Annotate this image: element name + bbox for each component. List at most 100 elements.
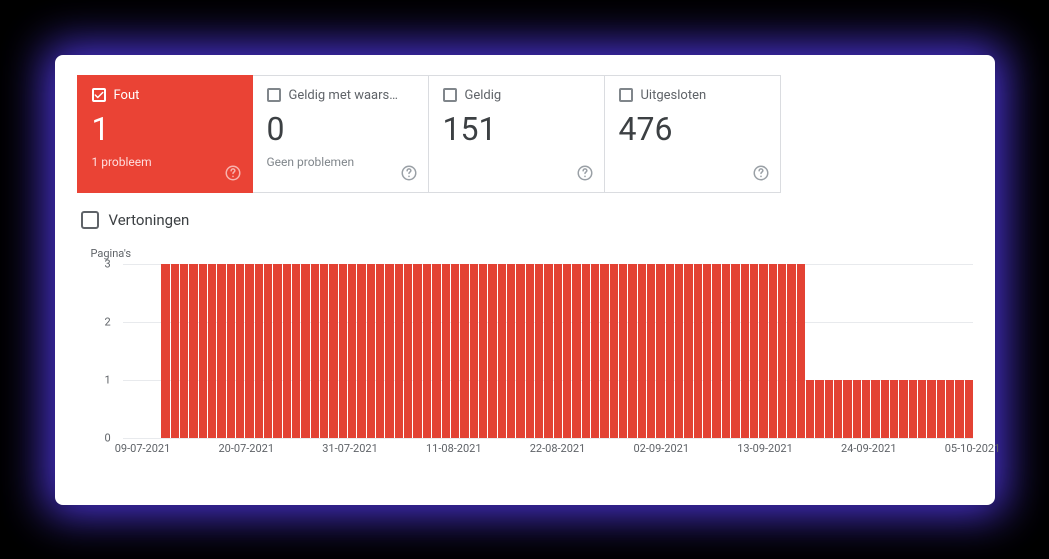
bar — [329, 264, 337, 438]
bar — [199, 264, 207, 438]
checkbox-empty-icon — [443, 88, 457, 102]
card-label: Geldig — [465, 88, 502, 103]
help-icon[interactable] — [400, 164, 418, 182]
chart-area: Pagina's 0123 09-07-202120-07-202131-07-… — [77, 247, 973, 460]
bar — [881, 380, 889, 438]
bar — [479, 264, 487, 438]
bar — [442, 264, 450, 438]
x-axis: 09-07-202120-07-202131-07-202111-08-2021… — [111, 442, 973, 460]
bar — [582, 264, 590, 438]
bar — [348, 264, 356, 438]
bar — [899, 380, 907, 438]
bar — [853, 380, 861, 438]
bar — [769, 264, 777, 438]
checkbox-empty-icon — [267, 88, 281, 102]
x-tick-label: 02-09-2021 — [633, 442, 689, 455]
bar — [834, 380, 842, 438]
bar — [367, 264, 375, 438]
bar — [572, 264, 580, 438]
bar — [731, 264, 739, 438]
card-value: 0 — [267, 113, 414, 145]
plot: 0123 — [111, 264, 973, 438]
bar — [217, 264, 225, 438]
bar — [703, 264, 711, 438]
card-head: Geldig met waars… — [267, 88, 414, 103]
bar — [600, 264, 608, 438]
y-axis-title: Pagina's — [91, 247, 973, 260]
bar — [264, 264, 272, 438]
y-tick-label: 2 — [105, 315, 111, 328]
bar — [404, 264, 412, 438]
card-label: Fout — [114, 88, 140, 103]
bar — [507, 264, 515, 438]
card-value: 476 — [619, 113, 766, 145]
y-tick-label: 3 — [105, 257, 111, 270]
checkbox-checked-icon — [92, 88, 106, 102]
bar — [712, 264, 720, 438]
bar — [208, 264, 216, 438]
card-head: Uitgesloten — [619, 88, 766, 103]
bar — [563, 264, 571, 438]
x-tick-label: 24-09-2021 — [841, 442, 897, 455]
impressions-toggle[interactable]: Vertoningen — [81, 211, 973, 229]
help-icon[interactable] — [752, 164, 770, 182]
bar — [245, 264, 253, 438]
bar — [722, 264, 730, 438]
card-fout[interactable]: Fout 1 1 probleem — [77, 75, 253, 193]
bar — [526, 264, 534, 438]
bar — [554, 264, 562, 438]
bar — [741, 264, 749, 438]
bar — [628, 264, 636, 438]
bar — [376, 264, 384, 438]
bar — [470, 264, 478, 438]
x-tick-label: 13-09-2021 — [737, 442, 793, 455]
help-icon[interactable] — [576, 164, 594, 182]
bar — [516, 264, 524, 438]
card-geldig[interactable]: Geldig 151 — [429, 75, 605, 193]
bar — [292, 264, 300, 438]
bar — [255, 264, 263, 438]
gridline — [123, 438, 973, 439]
card-uitgesloten[interactable]: Uitgesloten 476 — [605, 75, 781, 193]
card-sub: 1 probleem — [92, 155, 238, 169]
bar — [544, 264, 552, 438]
help-icon[interactable] — [224, 164, 242, 182]
bar — [843, 380, 851, 438]
bar — [750, 264, 758, 438]
bar — [890, 380, 898, 438]
bar — [320, 264, 328, 438]
card-value: 151 — [443, 113, 590, 145]
bar — [684, 264, 692, 438]
bar — [236, 264, 244, 438]
bar — [815, 380, 823, 438]
status-cards: Fout 1 1 probleem Geldig met waars… 0 Ge… — [77, 75, 973, 193]
x-tick-label: 05-10-2021 — [945, 442, 1001, 455]
card-label: Uitgesloten — [641, 88, 707, 103]
bar — [283, 264, 291, 438]
bar — [273, 264, 281, 438]
checkbox-empty-icon — [81, 211, 99, 229]
bar — [432, 264, 440, 438]
bar — [965, 380, 973, 438]
checkbox-empty-icon — [619, 88, 633, 102]
card-geldig-met-waarschuwingen[interactable]: Geldig met waars… 0 Geen problemen — [253, 75, 429, 193]
bar — [227, 264, 235, 438]
bars — [143, 264, 973, 438]
bar — [638, 264, 646, 438]
bar — [180, 264, 188, 438]
bar — [656, 264, 664, 438]
card-label: Geldig met waars… — [289, 88, 398, 103]
bar — [451, 264, 459, 438]
x-tick-label: 22-08-2021 — [530, 442, 586, 455]
bar — [610, 264, 618, 438]
bar — [488, 264, 496, 438]
bar — [946, 380, 954, 438]
bar — [927, 380, 935, 438]
bar — [759, 264, 767, 438]
x-tick-label: 09-07-2021 — [115, 442, 171, 455]
bar — [619, 264, 627, 438]
bar — [871, 380, 879, 438]
card-value: 1 — [92, 113, 238, 145]
bar — [460, 264, 468, 438]
bar — [909, 380, 917, 438]
